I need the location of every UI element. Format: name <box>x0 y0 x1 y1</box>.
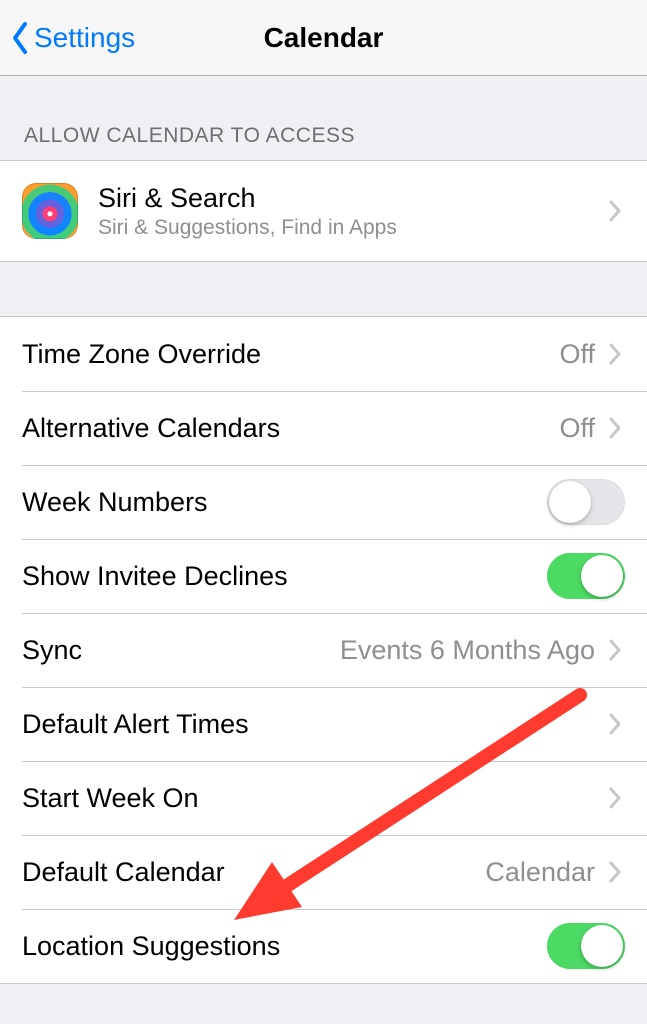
chevron-left-icon <box>10 21 30 55</box>
row-label: Location Suggestions <box>22 931 547 962</box>
row-main: Siri & Search Siri & Suggestions, Find i… <box>98 183 605 240</box>
row-show-invitee-declines: Show Invitee Declines <box>0 539 647 613</box>
row-label: Default Calendar <box>22 857 485 888</box>
disclosure <box>605 199 625 223</box>
row-value: Off <box>559 339 595 370</box>
group-spacer <box>0 262 647 316</box>
back-button[interactable]: Settings <box>0 21 135 55</box>
row-siri-search[interactable]: Siri & Search Siri & Suggestions, Find i… <box>0 161 647 261</box>
row-value: Events 6 Months Ago <box>340 635 595 666</box>
navbar: Settings Calendar <box>0 0 647 76</box>
back-label: Settings <box>34 22 135 54</box>
row-label: Default Alert Times <box>22 709 605 740</box>
chevron-right-icon <box>608 199 622 223</box>
chevron-right-icon <box>608 638 622 662</box>
switch-show-invitee-declines[interactable] <box>547 553 625 599</box>
switch-week-numbers[interactable] <box>547 479 625 525</box>
group-settings: Time Zone Override Off Alternative Calen… <box>0 316 647 984</box>
row-value: Off <box>559 413 595 444</box>
siri-subtitle: Siri & Suggestions, Find in Apps <box>98 216 605 240</box>
group-siri: Siri & Search Siri & Suggestions, Find i… <box>0 160 647 262</box>
chevron-right-icon <box>608 712 622 736</box>
siri-icon <box>22 183 78 239</box>
row-label: Show Invitee Declines <box>22 561 547 592</box>
row-value: Calendar <box>485 857 595 888</box>
siri-title: Siri & Search <box>98 183 605 214</box>
row-time-zone-override[interactable]: Time Zone Override Off <box>0 317 647 391</box>
chevron-right-icon <box>608 786 622 810</box>
row-label: Sync <box>22 635 340 666</box>
row-label: Week Numbers <box>22 487 547 518</box>
row-label: Alternative Calendars <box>22 413 559 444</box>
switch-location-suggestions[interactable] <box>547 923 625 969</box>
row-label: Time Zone Override <box>22 339 559 370</box>
chevron-right-icon <box>608 416 622 440</box>
section-header-allow-access: ALLOW CALENDAR TO ACCESS <box>0 76 647 160</box>
row-start-week-on[interactable]: Start Week On <box>0 761 647 835</box>
chevron-right-icon <box>608 860 622 884</box>
row-alternative-calendars[interactable]: Alternative Calendars Off <box>0 391 647 465</box>
chevron-right-icon <box>608 342 622 366</box>
row-location-suggestions: Location Suggestions <box>0 909 647 983</box>
row-default-alert-times[interactable]: Default Alert Times <box>0 687 647 761</box>
row-week-numbers: Week Numbers <box>0 465 647 539</box>
row-default-calendar[interactable]: Default Calendar Calendar <box>0 835 647 909</box>
row-label: Start Week On <box>22 783 605 814</box>
row-sync[interactable]: Sync Events 6 Months Ago <box>0 613 647 687</box>
